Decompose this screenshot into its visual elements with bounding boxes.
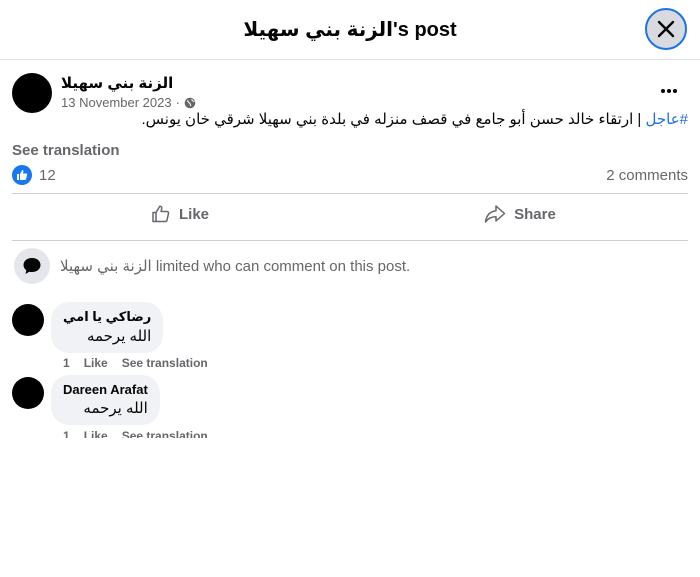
dialog-title: الزنة بني سهيلا's post [243,19,457,41]
close-button[interactable] [645,8,687,50]
more-options-button[interactable] [652,78,686,104]
comment-bubble: رضاكي يا امي الله يرحمه [51,302,164,353]
close-icon [657,20,675,38]
divider-bottom [12,240,688,241]
commenter-avatar[interactable] [12,304,44,336]
more-dots-icon [661,89,677,93]
comments-count-link[interactable]: 2 comments [606,167,688,184]
limited-notice-text: الزنة بني سهيلا limited who can comment … [60,258,411,275]
comment-author[interactable]: Dareen Arafat [63,382,148,397]
comment-bubble: Dareen Arafat الله يرحمه [51,375,160,425]
thumbs-up-icon [152,205,170,223]
comment-author[interactable]: رضاكي يا امي [63,309,151,325]
hashtag-link[interactable]: #عاجل [646,111,689,128]
commenter-avatar[interactable] [12,377,44,409]
comment-icon [14,248,50,284]
comments-list: رضاكي يا امي الله يرحمه 1 Like See trans… [0,300,700,438]
share-label: Share [514,205,556,223]
post-meta: 13 November 2023 · [61,95,196,110]
share-button[interactable]: Share [352,197,688,231]
comment-actions: 1 Like See translation [63,356,208,370]
post-author-name[interactable]: الزنة بني سهيلا [61,74,173,92]
divider-top [12,193,688,194]
reaction-count: 12 [39,166,56,184]
post-text: #عاجل | ارتقاء خالد حسن أبو جامع في قصف … [12,110,689,128]
comment-text: الله يرحمه [86,328,152,345]
comment-see-translation[interactable]: See translation [122,356,208,370]
post-date[interactable]: 13 November 2023 [61,95,172,110]
comment-actions: 1 Like See translation [63,429,208,438]
post-body: | ارتقاء خالد حسن أبو جامع في قصف منزله … [141,111,646,128]
like-reaction-icon [12,165,32,185]
like-label: Like [178,205,209,223]
comment-like-count: 1 [63,356,70,370]
author-avatar[interactable] [12,73,52,113]
like-button[interactable]: Like [12,197,348,231]
meta-separator: · [175,95,180,110]
dialog-header: الزنة بني سهيلا's post [0,0,700,60]
reactions-summary[interactable]: 12 [12,165,56,185]
comment-like-button[interactable]: Like [84,356,108,370]
comment-text: الله يرحمه [83,400,148,417]
comment-limit-notice: الزنة بني سهيلا limited who can comment … [14,248,410,284]
see-translation-link[interactable]: See translation [12,142,120,159]
share-icon [484,205,506,223]
comment-like-count: 1 [63,429,70,438]
comment-see-translation[interactable]: See translation [122,429,208,438]
globe-icon [184,97,196,108]
comment-like-button[interactable]: Like [84,429,108,438]
